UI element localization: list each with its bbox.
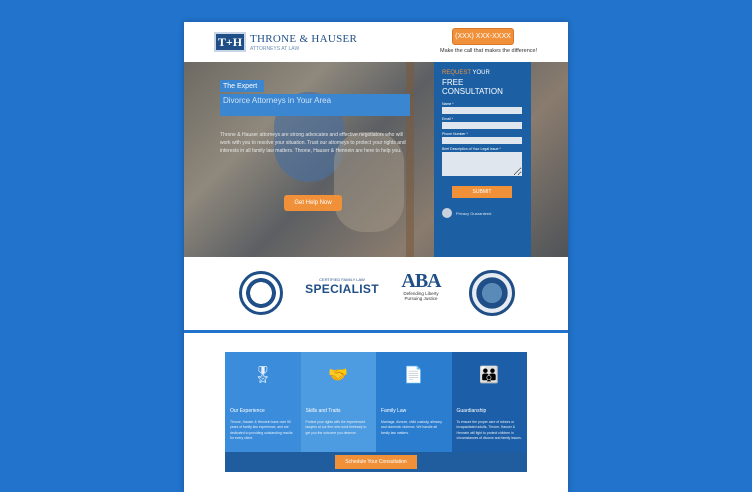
form-heading-small: REQUEST YOUR: [442, 70, 523, 76]
logo-name: THRONE & HAUSER: [250, 32, 358, 45]
hero-section: The Expert Divorce Attorneys in Your Are…: [184, 62, 568, 257]
description-label: Brief Description of Your Legal Issue *: [442, 147, 501, 151]
consultation-form: REQUEST YOUR FREE CONSULTATION Name * Em…: [434, 62, 531, 257]
handshake-icon: 🤝: [328, 367, 349, 384]
form-heading-request: REQUEST: [442, 70, 471, 76]
privacy-text: Privacy Guaranteed: [456, 210, 492, 216]
medal-icon: 🎖: [252, 367, 273, 384]
service-text: To ensure the proper care of minors or i…: [456, 420, 522, 440]
logo-tagline: ATTORNEYS AT LAW: [250, 45, 300, 52]
specialist-main-text: SPECIALIST: [305, 282, 379, 296]
services-grid: 🎖 Our Experience Throne, Hauser & Hennei…: [225, 352, 527, 472]
call-note: Make the call that makes the difference!: [440, 48, 538, 54]
service-text: Marriage, divorce, child custody, alimon…: [381, 420, 442, 435]
aba-logo: ABA Defending Liberty Pursuing Justice: [394, 271, 448, 302]
aba-line2: Pursuing Justice: [404, 296, 438, 302]
logo-mark-icon: T+H: [214, 32, 246, 52]
phone-field[interactable]: [442, 137, 522, 144]
service-text: Throne, Hauser & Hennein have over 50 ye…: [230, 420, 293, 440]
service-text: Protect your rights with the experienced…: [305, 420, 367, 435]
state-bar-seal-icon: [239, 271, 283, 315]
document-icon: 📄: [403, 367, 424, 384]
hero-photo-pole: [406, 62, 414, 257]
county-bar-seal-icon: [469, 270, 515, 316]
service-title: Guardianship: [456, 408, 487, 414]
hero-paragraph: Throne & Hauser attorneys are strong adv…: [220, 132, 406, 154]
family-icon: 👪: [479, 367, 500, 384]
logo[interactable]: T+H THRONE & HAUSER ATTORNEYS AT LAW: [214, 32, 357, 52]
section-divider: [184, 330, 568, 333]
aba-mark: ABA: [401, 270, 441, 292]
form-heading-main: FREE CONSULTATION: [442, 78, 503, 96]
name-label: Name *: [442, 102, 454, 106]
privacy-badge-icon: [442, 208, 452, 218]
email-label: Email *: [442, 117, 454, 121]
name-field[interactable]: [442, 107, 522, 114]
credentials-strip: CERTIFIED FAMILY LAW SPECIALIST ABA Defe…: [184, 257, 568, 329]
description-field[interactable]: [442, 152, 522, 176]
phone-label: Phone Number *: [442, 132, 468, 136]
form-heading-your: YOUR: [472, 70, 490, 76]
schedule-consultation-button[interactable]: Schedule Your Consultation: [335, 455, 417, 469]
service-title: Skills and Traits: [305, 408, 341, 414]
service-title: Family Law: [381, 408, 407, 414]
specialist-badge: CERTIFIED FAMILY LAW SPECIALIST: [302, 277, 382, 296]
hero-cta-button[interactable]: Get Help Now: [284, 195, 342, 211]
email-field[interactable]: [442, 122, 522, 129]
phone-call-button[interactable]: (XXX) XXX-XXXX: [452, 28, 514, 45]
hero-title: Divorce Attorneys in Your Area: [220, 94, 410, 116]
landing-page: T+H THRONE & HAUSER ATTORNEYS AT LAW (XX…: [184, 22, 568, 492]
site-header: T+H THRONE & HAUSER ATTORNEYS AT LAW (XX…: [184, 22, 568, 62]
privacy-note: Privacy Guaranteed: [442, 208, 523, 218]
hero-expert-label: The Expert: [220, 80, 264, 92]
service-title: Our Experience: [230, 408, 265, 414]
submit-button[interactable]: SUBMIT: [452, 186, 512, 198]
